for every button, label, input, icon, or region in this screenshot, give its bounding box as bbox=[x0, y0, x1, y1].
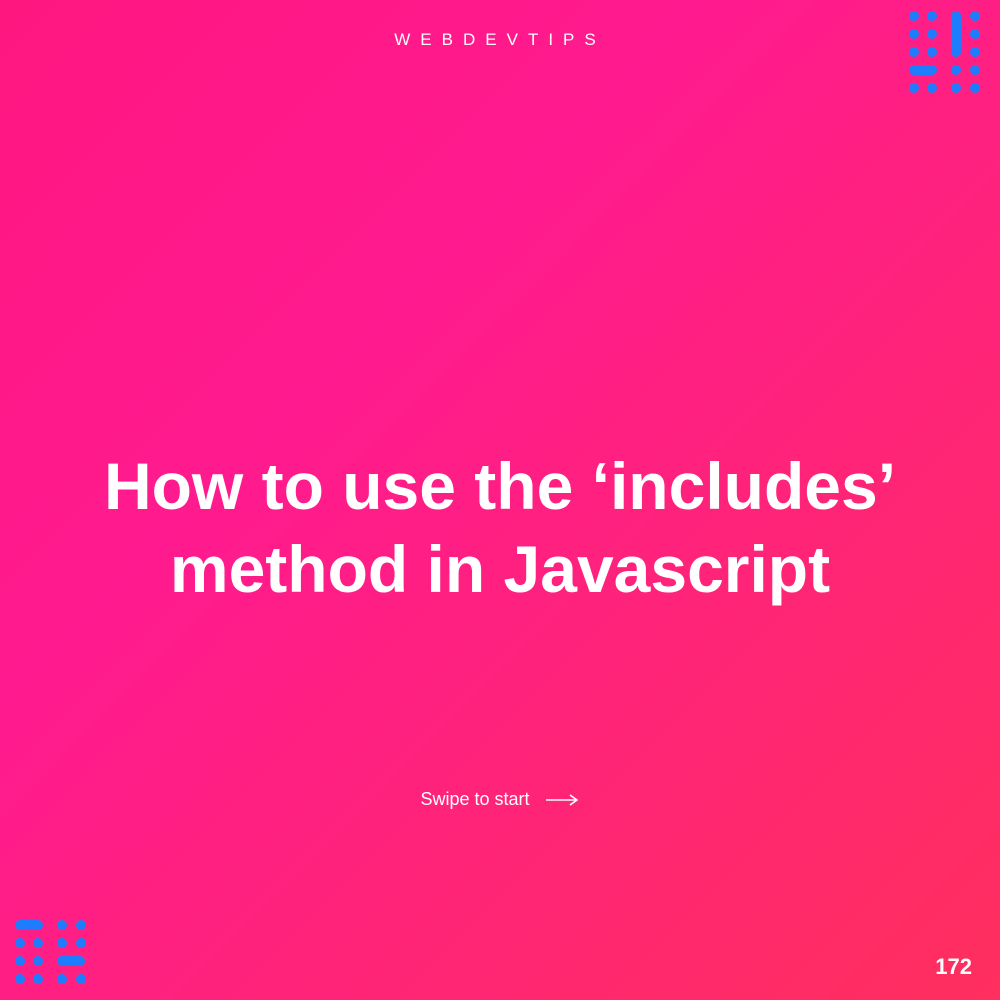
page-number: 172 bbox=[935, 954, 972, 980]
decorative-dots-top-right bbox=[908, 10, 986, 99]
arrow-right-icon bbox=[546, 794, 580, 806]
brand-label: WEBDEVTIPS bbox=[0, 30, 1000, 50]
swipe-label: Swipe to start bbox=[420, 789, 529, 810]
page-title: How to use the ‘includes’ method in Java… bbox=[50, 445, 950, 610]
decorative-dots-bottom-left bbox=[14, 919, 92, 990]
swipe-hint: Swipe to start bbox=[0, 789, 1000, 810]
